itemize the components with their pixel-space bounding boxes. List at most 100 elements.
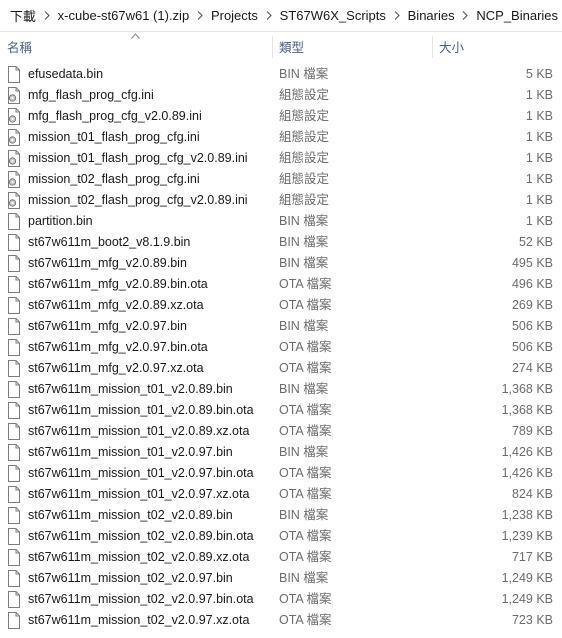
breadcrumb-item-downloads[interactable]: 下載 bbox=[6, 6, 40, 25]
column-header-row: 名稱 類型 大小 bbox=[0, 32, 562, 60]
file-row[interactable]: st67w611m_mission_t01_v2.0.89.xz.ota OTA … bbox=[0, 421, 562, 442]
breadcrumb-item-scripts[interactable]: ST67W6X_Scripts bbox=[276, 8, 390, 23]
breadcrumb-item-ncp-binaries[interactable]: NCP_Binaries bbox=[472, 8, 562, 23]
file-name: st67w611m_mission_t01_v2.0.89.bin bbox=[28, 382, 233, 396]
file-icon bbox=[7, 339, 21, 356]
file-row[interactable]: st67w611m_mission_t01_v2.0.97.xz.ota OTA … bbox=[0, 484, 562, 505]
file-row[interactable]: st67w611m_mission_t01_v2.0.97.bin BIN 檔案 1… bbox=[0, 442, 562, 463]
column-header-type[interactable]: 類型 bbox=[273, 32, 432, 60]
file-name: efusedata.bin bbox=[28, 67, 104, 81]
file-row[interactable]: st67w611m_mfg_v2.0.97.bin BIN 檔案 506 KB bbox=[0, 316, 562, 337]
file-row[interactable]: st67w611m_mission_t02_v2.0.97.bin.ota OTA… bbox=[0, 589, 562, 610]
file-name: st67w611m_mission_t02_v2.0.97.bin.ota bbox=[28, 592, 254, 606]
file-size: 824 KB bbox=[511, 487, 553, 501]
file-name: st67w611m_mfg_v2.0.97.bin.ota bbox=[28, 340, 208, 354]
file-row[interactable]: st67w611m_mfg_v2.0.89.bin BIN 檔案 495 KB bbox=[0, 253, 562, 274]
file-name: st67w611m_mfg_v2.0.89.bin.ota bbox=[28, 277, 208, 291]
file-row[interactable]: mfg_flash_prog_cfg.ini 組態設定 1 KB bbox=[0, 85, 562, 106]
file-name: mission_t01_flash_prog_cfg_v2.0.89.ini bbox=[28, 151, 248, 165]
file-row[interactable]: st67w611m_mission_t02_v2.0.89.xz.ota OTA … bbox=[0, 547, 562, 568]
file-type: OTA 檔案 bbox=[279, 277, 332, 291]
file-type: BIN 檔案 bbox=[279, 256, 329, 270]
breadcrumb-item-binaries[interactable]: Binaries bbox=[404, 8, 459, 23]
file-type: OTA 檔案 bbox=[279, 592, 332, 606]
file-size: 1 KB bbox=[525, 214, 553, 228]
breadcrumb: 下載 x-cube-st67w61 (1).zip Projects ST67W… bbox=[0, 0, 562, 32]
file-row[interactable]: efusedata.bin BIN 檔案 5 KB bbox=[0, 64, 562, 85]
file-row[interactable]: st67w611m_mission_t02_v2.0.89.bin BIN 檔案 1… bbox=[0, 505, 562, 526]
config-file-icon bbox=[7, 150, 21, 167]
file-icon bbox=[7, 444, 21, 461]
file-row[interactable]: mission_t02_flash_prog_cfg_v2.0.89.ini 組態… bbox=[0, 190, 562, 211]
column-header-size[interactable]: 大小 bbox=[433, 32, 562, 60]
chevron-right-icon[interactable] bbox=[262, 0, 276, 31]
file-size: 1,249 KB bbox=[501, 571, 553, 585]
chevron-right-icon[interactable] bbox=[459, 0, 473, 31]
file-size: 1,238 KB bbox=[501, 508, 553, 522]
file-size: 789 KB bbox=[511, 424, 553, 438]
file-type: OTA 檔案 bbox=[279, 340, 332, 354]
file-row[interactable]: st67w611m_boot2_v8.1.9.bin BIN 檔案 52 KB bbox=[0, 232, 562, 253]
chevron-right-icon[interactable] bbox=[193, 0, 207, 31]
file-name: st67w611m_boot2_v8.1.9.bin bbox=[28, 235, 191, 249]
config-file-icon bbox=[7, 108, 21, 125]
file-row[interactable]: st67w611m_mission_t01_v2.0.89.bin.ota OTA… bbox=[0, 400, 562, 421]
file-type: BIN 檔案 bbox=[279, 382, 329, 396]
file-icon bbox=[7, 276, 21, 293]
file-name: st67w611m_mission_t01_v2.0.97.xz.ota bbox=[28, 487, 250, 501]
file-icon bbox=[7, 612, 21, 629]
file-row[interactable]: st67w611m_mission_t02_v2.0.97.xz.ota OTA … bbox=[0, 610, 562, 631]
file-type: BIN 檔案 bbox=[279, 571, 329, 585]
file-name: st67w611m_mission_t02_v2.0.89.xz.ota bbox=[28, 550, 250, 564]
file-type: BIN 檔案 bbox=[279, 235, 329, 249]
file-row[interactable]: st67w611m_mfg_v2.0.89.xz.ota OTA 檔案 269 KB bbox=[0, 295, 562, 316]
file-row[interactable]: st67w611m_mfg_v2.0.97.bin.ota OTA 檔案 506 K… bbox=[0, 337, 562, 358]
file-type: OTA 檔案 bbox=[279, 550, 332, 564]
file-type: OTA 檔案 bbox=[279, 529, 332, 543]
file-size: 717 KB bbox=[511, 550, 553, 564]
file-row[interactable]: mission_t01_flash_prog_cfg_v2.0.89.ini 組態… bbox=[0, 148, 562, 169]
file-name: st67w611m_mission_t02_v2.0.89.bin.ota bbox=[28, 529, 254, 543]
file-icon bbox=[7, 318, 21, 335]
file-icon bbox=[7, 528, 21, 545]
file-icon bbox=[7, 255, 21, 272]
config-file-icon bbox=[7, 171, 21, 188]
breadcrumb-item-zip[interactable]: x-cube-st67w61 (1).zip bbox=[54, 8, 194, 23]
file-name: st67w611m_mfg_v2.0.89.bin bbox=[28, 256, 187, 270]
file-type: 組態設定 bbox=[279, 172, 330, 186]
chevron-right-icon[interactable] bbox=[40, 0, 54, 31]
file-row[interactable]: st67w611m_mission_t02_v2.0.97.bin BIN 檔案 1… bbox=[0, 568, 562, 589]
file-name: mission_t02_flash_prog_cfg.ini bbox=[28, 172, 200, 186]
sort-ascending-icon bbox=[131, 33, 140, 39]
file-row[interactable]: partition.bin BIN 檔案 1 KB bbox=[0, 211, 562, 232]
config-file-icon bbox=[7, 87, 21, 104]
file-type: 組態設定 bbox=[279, 109, 330, 123]
file-name: mission_t02_flash_prog_cfg_v2.0.89.ini bbox=[28, 193, 248, 207]
file-name: st67w611m_mission_t02_v2.0.97.bin bbox=[28, 571, 233, 585]
file-row[interactable]: st67w611m_mission_t01_v2.0.97.bin.ota OTA… bbox=[0, 463, 562, 484]
file-icon bbox=[7, 507, 21, 524]
column-header-name[interactable]: 名稱 bbox=[0, 32, 272, 60]
file-size: 506 KB bbox=[511, 340, 553, 354]
file-row[interactable]: mission_t01_flash_prog_cfg.ini 組態設定 1 KB bbox=[0, 127, 562, 148]
file-row[interactable]: st67w611m_mfg_v2.0.97.xz.ota OTA 檔案 274 KB bbox=[0, 358, 562, 379]
file-icon bbox=[7, 234, 21, 251]
file-icon bbox=[7, 402, 21, 419]
file-row[interactable]: mfg_flash_prog_cfg_v2.0.89.ini 組態設定 1 KB bbox=[0, 106, 562, 127]
file-name: st67w611m_mfg_v2.0.97.bin bbox=[28, 319, 187, 333]
file-name: st67w611m_mission_t01_v2.0.97.bin.ota bbox=[28, 466, 254, 480]
file-name: st67w611m_mfg_v2.0.97.xz.ota bbox=[28, 361, 204, 375]
file-type: OTA 檔案 bbox=[279, 487, 332, 501]
column-header-type-label: 類型 bbox=[279, 40, 305, 55]
file-row[interactable]: st67w611m_mission_t02_v2.0.89.bin.ota OTA… bbox=[0, 526, 562, 547]
file-type: BIN 檔案 bbox=[279, 214, 329, 228]
file-size: 1,426 KB bbox=[501, 466, 553, 480]
file-row[interactable]: mission_t02_flash_prog_cfg.ini 組態設定 1 KB bbox=[0, 169, 562, 190]
file-size: 723 KB bbox=[511, 613, 553, 627]
file-row[interactable]: st67w611m_mfg_v2.0.89.bin.ota OTA 檔案 496 K… bbox=[0, 274, 562, 295]
chevron-right-icon[interactable] bbox=[390, 0, 404, 31]
column-header-name-label: 名稱 bbox=[7, 40, 33, 55]
file-row[interactable]: st67w611m_mission_t01_v2.0.89.bin BIN 檔案 1… bbox=[0, 379, 562, 400]
breadcrumb-item-projects[interactable]: Projects bbox=[207, 8, 262, 23]
file-name: partition.bin bbox=[28, 214, 93, 228]
